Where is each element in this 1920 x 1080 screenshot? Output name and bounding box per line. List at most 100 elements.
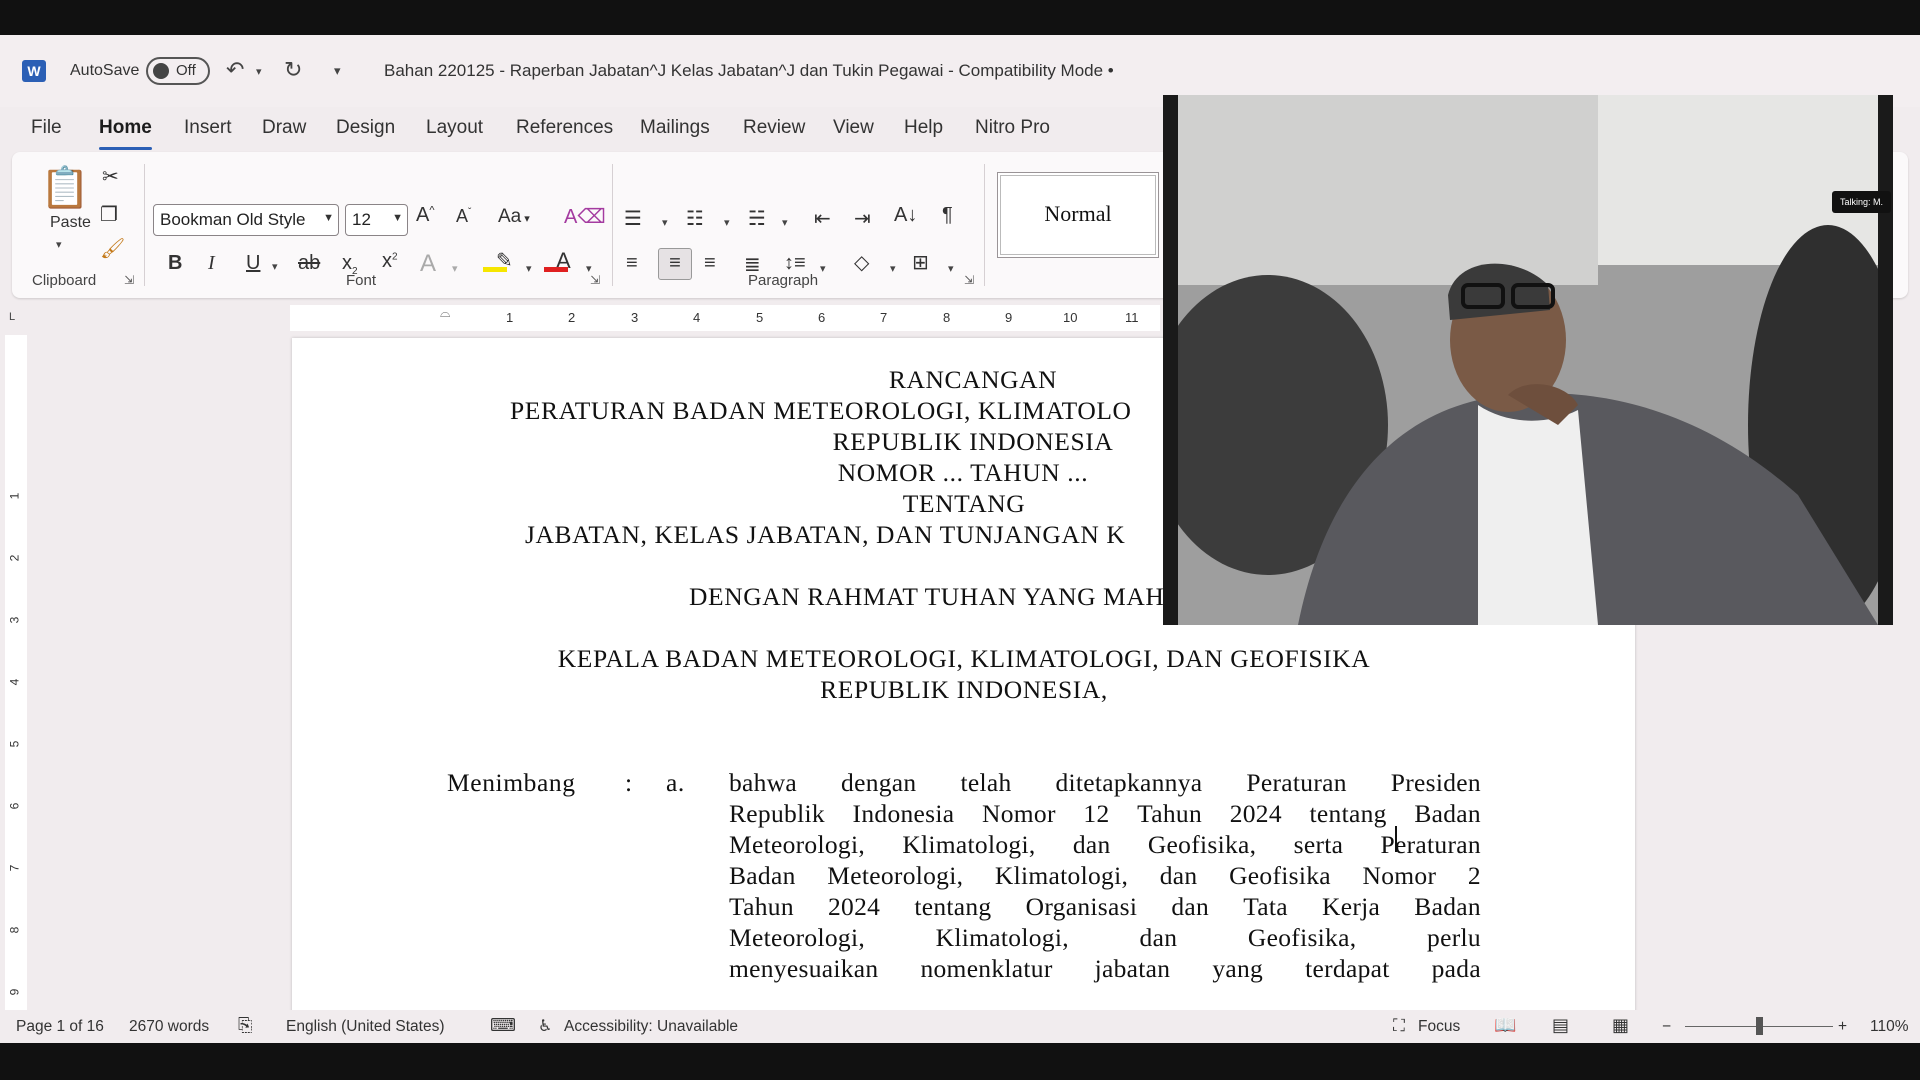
copy-icon[interactable]: ❐ — [100, 202, 118, 227]
line-spacing-dropdown-icon[interactable]: ▾ — [820, 262, 826, 275]
talking-indicator: Talking: M. — [1831, 191, 1891, 213]
tab-mailings[interactable]: Mailings — [640, 117, 710, 139]
ruler-track — [290, 305, 1160, 331]
tab-view[interactable]: View — [833, 117, 874, 139]
bold-icon[interactable]: B — [168, 252, 182, 275]
body-word: Republik — [729, 799, 825, 828]
tab-file[interactable]: File — [31, 117, 62, 139]
italic-icon[interactable]: I — [208, 252, 215, 275]
customize-toolbar-icon[interactable]: ▾ — [334, 63, 341, 79]
bullets-dropdown-icon[interactable]: ▾ — [662, 216, 668, 229]
tab-draw[interactable]: Draw — [262, 117, 306, 139]
paste-button-label[interactable]: Paste — [50, 214, 91, 232]
zoom-out-button[interactable]: − — [1662, 1018, 1671, 1036]
cut-icon[interactable]: ✂ — [102, 164, 119, 189]
vertical-ruler[interactable]: 1 2 3 4 5 6 7 8 9 — [5, 335, 27, 1035]
word-count[interactable]: 2670 words — [129, 1018, 209, 1036]
tab-references[interactable]: References — [516, 117, 613, 139]
body-word: dengan — [841, 768, 917, 797]
body-line: Badan Meteorologi, Klimatologi, dan Geofisik… — [729, 861, 1481, 891]
highlight-dropdown-icon[interactable]: ▾ — [526, 262, 532, 275]
body-word: 2024 — [1229, 799, 1282, 828]
undo-dropdown-icon[interactable]: ▾ — [256, 65, 262, 78]
chevron-down-icon: ▼ — [323, 212, 334, 224]
style-normal[interactable]: Normal — [997, 172, 1159, 258]
read-mode-icon[interactable]: 📖 — [1494, 1015, 1516, 1036]
font-name-combo[interactable]: Bookman Old Style ▼ — [153, 204, 339, 236]
shading-dropdown-icon[interactable]: ▾ — [890, 262, 896, 275]
zoom-in-button[interactable]: + — [1838, 1018, 1847, 1036]
numbering-dropdown-icon[interactable]: ▾ — [724, 216, 730, 229]
ruler-number: 2 — [7, 554, 22, 562]
tab-insert[interactable]: Insert — [184, 117, 232, 139]
body-word: dan — [1072, 830, 1111, 859]
font-launcher-icon[interactable]: ⇲ — [590, 273, 600, 287]
print-layout-icon[interactable]: ▤ — [1552, 1015, 1569, 1036]
top-black-bar — [0, 0, 1920, 35]
doc-heading-republik-2: REPUBLIK INDONESIA, — [820, 675, 1108, 704]
strikethrough-icon[interactable]: ab — [298, 252, 320, 275]
show-formatting-marks-icon[interactable]: ¶ — [942, 204, 953, 227]
autosave-toggle[interactable]: Off — [146, 57, 210, 85]
zoom-level[interactable]: 110% — [1870, 1018, 1909, 1036]
underline-icon[interactable]: U — [246, 252, 260, 275]
language-indicator[interactable]: English (United States) — [286, 1018, 445, 1036]
numbering-icon[interactable]: ☷ — [686, 206, 704, 231]
focus-mode-label[interactable]: Focus — [1418, 1018, 1460, 1036]
borders-dropdown-icon[interactable]: ▾ — [948, 262, 954, 275]
align-left-icon[interactable]: ≡ — [626, 252, 638, 275]
ruler-number: 5 — [7, 740, 22, 748]
paste-icon[interactable]: 📋 — [40, 164, 90, 211]
align-right-icon[interactable]: ≡ — [704, 252, 716, 275]
proofing-icon[interactable]: ⎘ — [238, 1015, 252, 1036]
font-size-combo[interactable]: 12 ▼ — [345, 204, 408, 236]
ruler-number: 8 — [7, 926, 22, 934]
separator — [612, 164, 613, 286]
text-predictions-icon[interactable]: ⌨ — [490, 1015, 516, 1036]
tab-selector-icon[interactable]: L — [9, 311, 15, 323]
superscript-icon[interactable]: x2 — [382, 250, 398, 273]
accessibility-icon[interactable]: ♿ — [538, 1016, 552, 1036]
redo-icon[interactable]: ↻ — [284, 57, 302, 83]
decrease-indent-icon[interactable]: ⇤ — [814, 206, 831, 231]
focus-icon[interactable]: ⛶ — [1393, 1016, 1405, 1036]
tab-help[interactable]: Help — [904, 117, 943, 139]
body-word: Presiden — [1390, 768, 1481, 797]
undo-icon[interactable]: ↶ — [226, 57, 244, 83]
body-word: Badan — [1414, 892, 1481, 921]
body-word: Peraturan — [1246, 768, 1347, 797]
borders-icon[interactable]: ⊞ — [912, 250, 929, 275]
tab-review[interactable]: Review — [743, 117, 805, 139]
multilevel-list-icon[interactable]: ☵ — [748, 206, 766, 231]
tab-layout[interactable]: Layout — [426, 117, 483, 139]
tab-design[interactable]: Design — [336, 117, 395, 139]
tab-home[interactable]: Home — [99, 117, 152, 150]
page-count[interactable]: Page 1 of 16 — [16, 1018, 104, 1036]
paragraph-launcher-icon[interactable]: ⇲ — [964, 273, 974, 287]
underline-dropdown-icon[interactable]: ▾ — [272, 260, 278, 273]
tab-nitro-pro[interactable]: Nitro Pro — [975, 117, 1050, 139]
shading-icon[interactable]: ◇ — [854, 250, 869, 275]
multilevel-dropdown-icon[interactable]: ▾ — [782, 216, 788, 229]
format-painter-icon[interactable]: 🖌 — [100, 236, 125, 261]
shrink-font-icon[interactable]: Aˇ — [456, 206, 471, 227]
paste-dropdown-icon[interactable]: ▾ — [56, 238, 62, 251]
text-effects-dropdown-icon[interactable]: ▾ — [452, 262, 458, 275]
doc-heading-nomor: NOMOR ... TAHUN ... — [837, 458, 1089, 487]
align-center-icon[interactable]: ≡ — [658, 248, 692, 280]
bullets-icon[interactable]: ☰ — [624, 206, 642, 231]
text-effects-icon[interactable]: A — [420, 250, 436, 278]
clipboard-launcher-icon[interactable]: ⇲ — [124, 273, 134, 287]
video-call-window[interactable]: Talking: M. — [1163, 95, 1893, 625]
increase-indent-icon[interactable]: ⇥ — [854, 206, 871, 231]
body-word: pada — [1431, 954, 1481, 983]
grow-font-icon[interactable]: A^ — [416, 204, 435, 227]
change-case-button[interactable]: Aa ▾ — [498, 206, 530, 228]
web-layout-icon[interactable]: ▦ — [1612, 1015, 1629, 1036]
zoom-slider-thumb[interactable] — [1756, 1017, 1763, 1035]
indent-marker-icon[interactable]: ⌓ — [440, 305, 450, 321]
clear-formatting-icon[interactable]: A⌫ — [564, 204, 606, 229]
sort-icon[interactable]: A↓ — [894, 204, 917, 227]
body-word: 2024 — [828, 892, 881, 921]
accessibility-status[interactable]: Accessibility: Unavailable — [564, 1018, 738, 1036]
